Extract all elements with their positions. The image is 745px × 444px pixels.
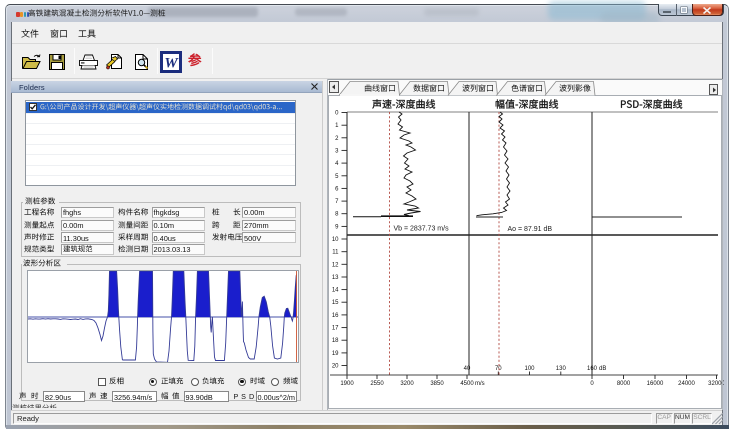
svg-text:130: 130: [556, 366, 567, 372]
svg-text:10: 10: [332, 237, 339, 243]
svg-text:40: 40: [464, 366, 471, 372]
svg-text:11: 11: [332, 250, 339, 256]
svg-text:7: 7: [335, 199, 339, 205]
svg-text:8: 8: [335, 212, 339, 218]
svg-text:19: 19: [332, 351, 339, 357]
svg-text:m/s: m/s: [475, 381, 485, 387]
svg-text:16: 16: [332, 313, 339, 319]
svg-text:0: 0: [335, 111, 339, 117]
svg-text:Vb = 2837.73 m/s: Vb = 2837.73 m/s: [394, 226, 450, 233]
svg-text:20: 20: [332, 364, 339, 370]
svg-text:8000: 8000: [617, 381, 631, 387]
svg-text:24000: 24000: [678, 381, 695, 387]
svg-text:4500: 4500: [460, 381, 474, 387]
svg-text:18: 18: [332, 338, 339, 344]
svg-text:1900: 1900: [340, 381, 354, 387]
svg-text:12: 12: [332, 262, 339, 268]
svg-text:15: 15: [332, 300, 339, 306]
svg-text:2: 2: [335, 136, 339, 142]
svg-text:1: 1: [335, 123, 339, 129]
svg-text:3: 3: [335, 148, 339, 154]
svg-text:W: W: [164, 56, 179, 72]
svg-text:5: 5: [335, 174, 339, 180]
svg-text:16000: 16000: [647, 381, 664, 387]
svg-text:17: 17: [332, 326, 339, 332]
svg-text:dB: dB: [599, 366, 606, 372]
svg-text:13: 13: [332, 275, 339, 281]
svg-text:6: 6: [335, 186, 339, 192]
svg-text:2550: 2550: [370, 381, 384, 387]
svg-text:0: 0: [590, 381, 594, 387]
svg-text:14: 14: [332, 288, 339, 294]
svg-text:Ao = 87.91 dB: Ao = 87.91 dB: [508, 226, 553, 233]
svg-text:3200: 3200: [400, 381, 414, 387]
svg-text:160: 160: [587, 366, 598, 372]
svg-text:100: 100: [524, 366, 535, 372]
svg-text:9: 9: [335, 224, 339, 230]
svg-text:4: 4: [335, 161, 339, 167]
svg-text:3850: 3850: [430, 381, 444, 387]
